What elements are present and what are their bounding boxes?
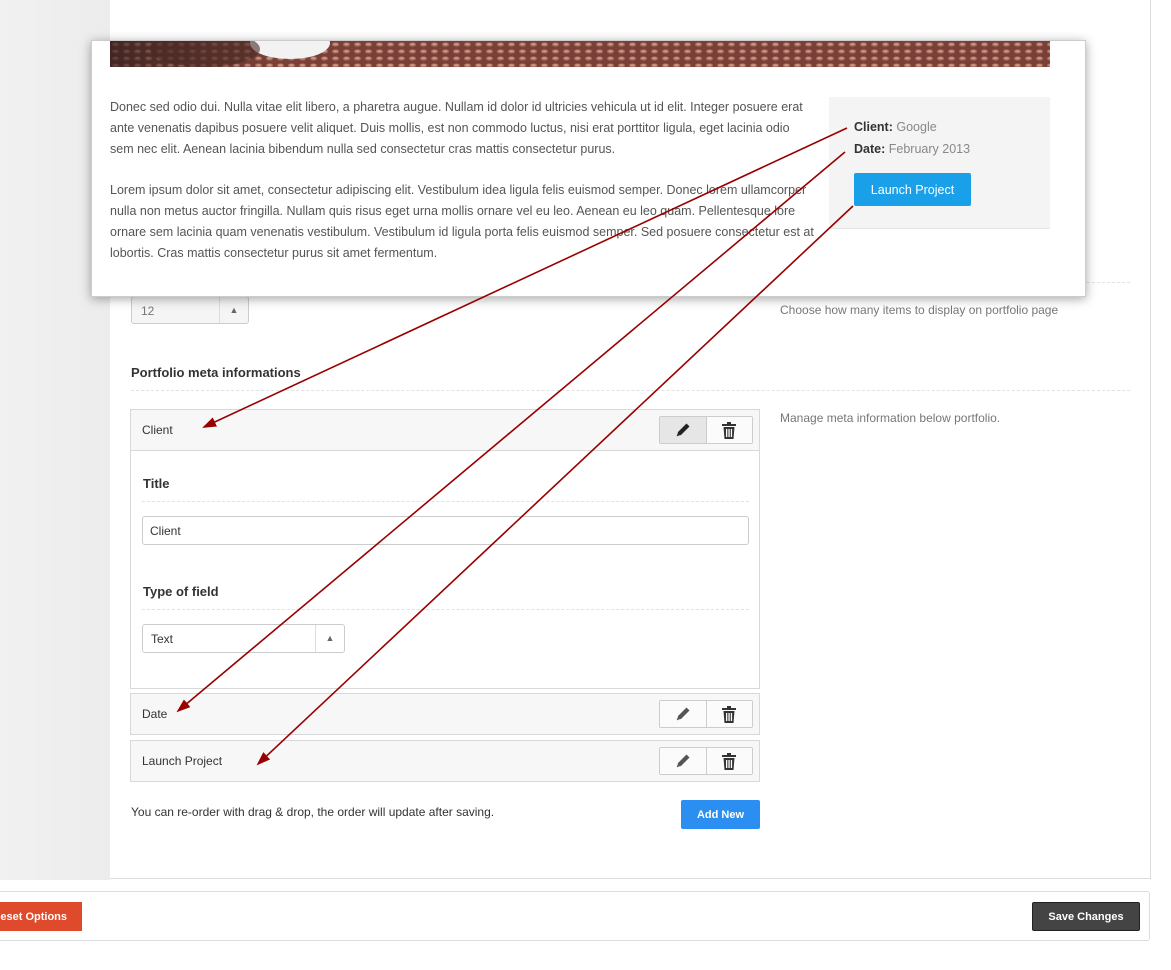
arrow-client [202,127,848,428]
annotation-arrows [176,127,854,766]
arrow-launch-project [256,205,854,766]
arrow-date [176,151,846,713]
